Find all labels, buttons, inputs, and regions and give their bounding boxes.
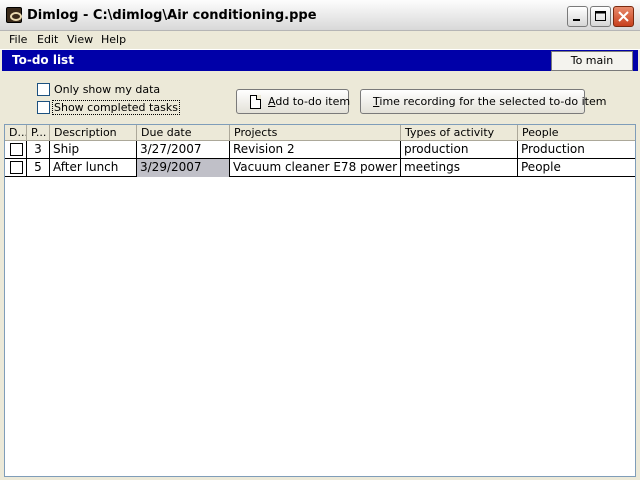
due-date-cell[interactable]: 3/29/2007 bbox=[137, 159, 230, 177]
table-row[interactable]: 3 Ship 3/27/2007 Revision 2 production P… bbox=[5, 141, 635, 159]
column-header-people[interactable]: People bbox=[518, 125, 635, 141]
add-todo-button[interactable]: Add to-do item bbox=[236, 89, 351, 114]
priority-cell[interactable]: 5 bbox=[27, 159, 50, 177]
done-checkbox[interactable] bbox=[10, 161, 23, 174]
close-button[interactable] bbox=[613, 6, 634, 27]
description-cell[interactable]: After lunch bbox=[50, 159, 137, 177]
maximize-button[interactable] bbox=[590, 6, 611, 27]
document-icon bbox=[250, 95, 261, 109]
due-date-cell[interactable]: 3/27/2007 bbox=[137, 141, 230, 159]
minimize-button[interactable] bbox=[567, 6, 588, 27]
column-header-done[interactable]: D... bbox=[5, 125, 27, 141]
table-row[interactable]: 5 After lunch 3/29/2007 Vacuum cleaner E… bbox=[5, 159, 635, 177]
todo-table[interactable]: D... P... Description Due date Projects … bbox=[4, 124, 636, 477]
table-header: D... P... Description Due date Projects … bbox=[5, 125, 635, 141]
done-checkbox[interactable] bbox=[10, 143, 23, 156]
column-header-due-date[interactable]: Due date bbox=[137, 125, 230, 141]
header-band: To-do list bbox=[2, 50, 638, 71]
window-title: Dimlog - C:\dimlog\Air conditioning.ppe bbox=[27, 8, 317, 23]
menu-help[interactable]: Help bbox=[101, 33, 126, 46]
minimize-icon bbox=[573, 19, 580, 21]
menu-bar: File Edit View Help bbox=[0, 31, 640, 50]
menu-file[interactable]: File bbox=[9, 33, 27, 46]
activity-cell[interactable]: meetings bbox=[401, 159, 518, 177]
people-cell[interactable]: People bbox=[518, 159, 635, 177]
priority-cell[interactable]: 3 bbox=[27, 141, 50, 159]
close-icon bbox=[618, 11, 629, 22]
project-cell[interactable]: Revision 2 bbox=[230, 141, 401, 159]
app-icon[interactable] bbox=[6, 7, 22, 23]
column-header-priority[interactable]: P... bbox=[27, 125, 50, 141]
description-cell[interactable]: Ship bbox=[50, 141, 137, 159]
activity-cell[interactable]: production bbox=[401, 141, 518, 159]
page-title: To-do list bbox=[12, 53, 74, 67]
column-header-projects[interactable]: Projects bbox=[230, 125, 401, 141]
time-recording-label: Time recording for the selected to-do it… bbox=[373, 95, 607, 108]
maximize-icon bbox=[595, 11, 606, 21]
only-my-data-label: Only show my data bbox=[54, 83, 161, 96]
show-completed-label: Show completed tasks bbox=[52, 100, 180, 115]
show-completed-checkbox[interactable] bbox=[37, 101, 50, 114]
to-main-button[interactable]: To main bbox=[551, 51, 633, 71]
column-header-activity[interactable]: Types of activity bbox=[401, 125, 518, 141]
title-bar[interactable]: Dimlog - C:\dimlog\Air conditioning.ppe bbox=[0, 0, 640, 31]
time-recording-button[interactable]: Time recording for the selected to-do it… bbox=[360, 89, 606, 114]
menu-edit[interactable]: Edit bbox=[37, 33, 58, 46]
to-main-label: To main bbox=[570, 54, 614, 67]
add-todo-label: Add to-do item bbox=[268, 95, 351, 108]
done-cell[interactable] bbox=[5, 159, 27, 177]
only-my-data-checkbox[interactable] bbox=[37, 83, 50, 96]
done-cell[interactable] bbox=[5, 141, 27, 159]
project-cell[interactable]: Vacuum cleaner E78 power bbox=[230, 159, 401, 177]
column-header-description[interactable]: Description bbox=[50, 125, 137, 141]
people-cell[interactable]: Production bbox=[518, 141, 635, 159]
menu-view[interactable]: View bbox=[67, 33, 93, 46]
